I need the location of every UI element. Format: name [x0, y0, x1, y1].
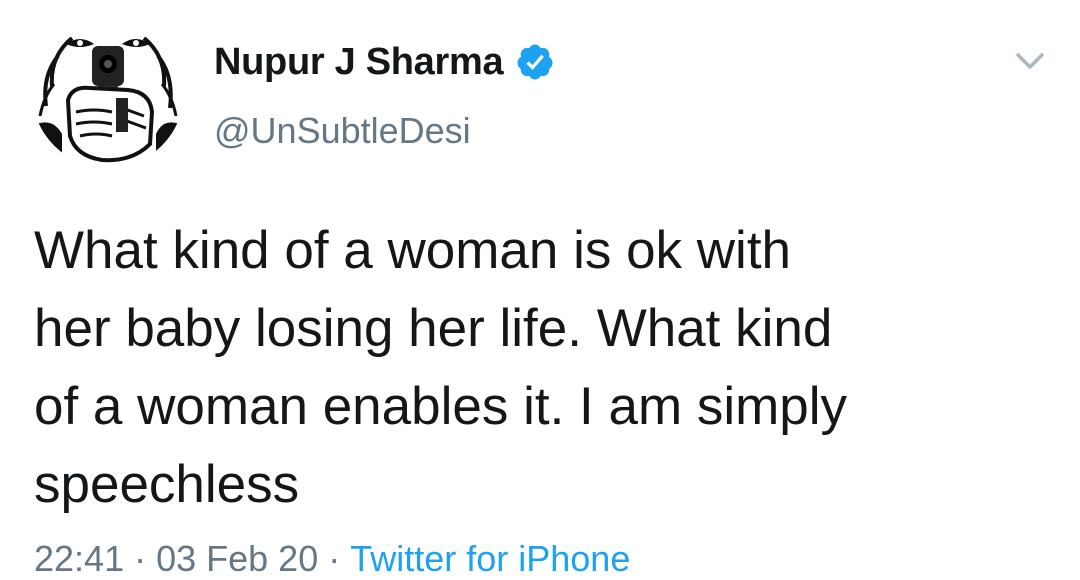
- tweet-date[interactable]: 03 Feb 20: [156, 538, 318, 579]
- tweet-text-line: her baby losing her life. What kind: [34, 299, 833, 358]
- tweet-text-line: What kind of a woman is ok with: [34, 221, 792, 280]
- user-handle[interactable]: @UnSubtleDesi: [214, 110, 471, 152]
- avatar[interactable]: [32, 16, 184, 168]
- tweet-text: What kind of a woman is ok with her baby…: [34, 212, 1034, 524]
- tweet-text-line: speechless: [34, 455, 300, 514]
- tweet-text-line: of a woman enables it. I am simply: [34, 377, 848, 436]
- meta-separator: ·: [134, 538, 147, 579]
- meta-separator: ·: [328, 538, 341, 579]
- tweet-card: Nupur J Sharma @UnSubtleDesi What kind o…: [0, 0, 1080, 580]
- tweet-source-link[interactable]: Twitter for iPhone: [350, 538, 630, 579]
- tweet-meta: 22:41 · 03 Feb 20 · Twitter for iPhone: [34, 538, 630, 580]
- avatar-image-icon: [32, 16, 184, 168]
- display-name[interactable]: Nupur J Sharma: [214, 41, 504, 84]
- chevron-down-icon[interactable]: [1010, 46, 1050, 76]
- tweet-time[interactable]: 22:41: [34, 538, 124, 579]
- verified-badge-icon: [517, 44, 553, 80]
- name-row: Nupur J Sharma: [214, 40, 555, 84]
